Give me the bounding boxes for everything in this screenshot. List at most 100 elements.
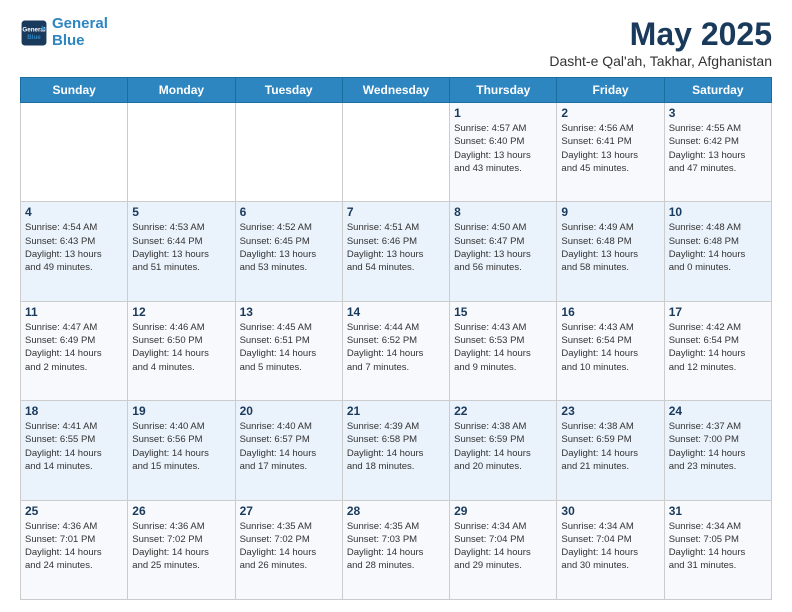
calendar-cell-24: 21Sunrise: 4:39 AM Sunset: 6:58 PM Dayli… [342, 401, 449, 500]
day-detail: Sunrise: 4:34 AM Sunset: 7:04 PM Dayligh… [454, 520, 552, 573]
day-detail: Sunrise: 4:41 AM Sunset: 6:55 PM Dayligh… [25, 420, 123, 473]
calendar-cell-19: 16 Sunrise: 4:43 AM Sunset: 6:54 PM Dayli… [557, 301, 664, 400]
calendar-week-1: 1 Sunrise: 4:57 AM Sunset: 6:40 PM Daylig… [21, 103, 772, 202]
day-number: 28 [347, 504, 445, 518]
calendar-cell-21: 18 Sunrise: 4:41 AM Sunset: 6:55 PM Dayli… [21, 401, 128, 500]
header-tuesday: Tuesday [235, 78, 342, 103]
day-number: 16 [561, 305, 659, 319]
header-wednesday: Wednesday [342, 78, 449, 103]
calendar-cell-4: 1 Sunrise: 4:57 AM Sunset: 6:40 PM Daylig… [450, 103, 557, 202]
day-number: 11 [25, 305, 123, 319]
calendar-cell-26: 23 Sunrise: 4:38 AM Sunset: 6:59 PM Dayli… [557, 401, 664, 500]
logo: General Blue General Blue [20, 16, 108, 49]
calendar-table: SundayMondayTuesdayWednesdayThursdayFrid… [20, 77, 772, 600]
calendar-cell-14: 11 Sunrise: 4:47 AM Sunset: 6:49 PM Dayli… [21, 301, 128, 400]
calendar-cell-9: 6Sunrise: 4:52 AM Sunset: 6:45 PM Daylig… [235, 202, 342, 301]
day-detail: Sunrise: 4:35 AM Sunset: 7:02 PM Dayligh… [240, 520, 338, 573]
day-detail: Sunrise: 4:54 AM Sunset: 6:43 PM Dayligh… [25, 221, 123, 274]
logo-text: General Blue [52, 16, 108, 49]
header: General Blue General Blue May 2025 Dasht… [20, 16, 772, 69]
day-detail: Sunrise: 4:45 AM Sunset: 6:51 PM Dayligh… [240, 321, 338, 374]
day-detail: Sunrise: 4:51 AM Sunset: 6:46 PM Dayligh… [347, 221, 445, 274]
calendar-cell-34: 31Sunrise: 4:34 AM Sunset: 7:05 PM Dayli… [664, 500, 771, 599]
day-detail: Sunrise: 4:42 AM Sunset: 6:54 PM Dayligh… [669, 321, 767, 374]
day-detail: Sunrise: 4:37 AM Sunset: 7:00 PM Dayligh… [669, 420, 767, 473]
day-number: 10 [669, 205, 767, 219]
calendar-cell-10: 7 Sunrise: 4:51 AM Sunset: 6:46 PM Daylig… [342, 202, 449, 301]
day-detail: Sunrise: 4:55 AM Sunset: 6:42 PM Dayligh… [669, 122, 767, 175]
calendar-week-4: 18 Sunrise: 4:41 AM Sunset: 6:55 PM Dayli… [21, 401, 772, 500]
day-detail: Sunrise: 4:47 AM Sunset: 6:49 PM Dayligh… [25, 321, 123, 374]
calendar-cell-0 [21, 103, 128, 202]
calendar-week-5: 25 Sunrise: 4:36 AM Sunset: 7:01 PM Dayli… [21, 500, 772, 599]
logo-line2: Blue [52, 32, 85, 49]
header-monday: Monday [128, 78, 235, 103]
day-detail: Sunrise: 4:43 AM Sunset: 6:53 PM Dayligh… [454, 321, 552, 374]
day-number: 7 [347, 205, 445, 219]
page: General Blue General Blue May 2025 Dasht… [0, 0, 792, 612]
day-number: 1 [454, 106, 552, 120]
day-number: 13 [240, 305, 338, 319]
day-number: 26 [132, 504, 230, 518]
day-number: 8 [454, 205, 552, 219]
calendar-cell-28: 25 Sunrise: 4:36 AM Sunset: 7:01 PM Dayli… [21, 500, 128, 599]
day-number: 25 [25, 504, 123, 518]
day-number: 19 [132, 404, 230, 418]
calendar-cell-17: 14Sunrise: 4:44 AM Sunset: 6:52 PM Dayli… [342, 301, 449, 400]
day-number: 18 [25, 404, 123, 418]
svg-text:Blue: Blue [27, 34, 41, 41]
calendar-cell-8: 5Sunrise: 4:53 AM Sunset: 6:44 PM Daylig… [128, 202, 235, 301]
calendar-cell-7: 4Sunrise: 4:54 AM Sunset: 6:43 PM Daylig… [21, 202, 128, 301]
day-detail: Sunrise: 4:56 AM Sunset: 6:41 PM Dayligh… [561, 122, 659, 175]
day-detail: Sunrise: 4:48 AM Sunset: 6:48 PM Dayligh… [669, 221, 767, 274]
calendar-cell-6: 3 Sunrise: 4:55 AM Sunset: 6:42 PM Daylig… [664, 103, 771, 202]
calendar-cell-27: 24 Sunrise: 4:37 AM Sunset: 7:00 PM Dayli… [664, 401, 771, 500]
day-detail: Sunrise: 4:46 AM Sunset: 6:50 PM Dayligh… [132, 321, 230, 374]
day-detail: Sunrise: 4:35 AM Sunset: 7:03 PM Dayligh… [347, 520, 445, 573]
calendar-cell-22: 19 Sunrise: 4:40 AM Sunset: 6:56 PM Dayli… [128, 401, 235, 500]
day-number: 3 [669, 106, 767, 120]
day-detail: Sunrise: 4:50 AM Sunset: 6:47 PM Dayligh… [454, 221, 552, 274]
header-sunday: Sunday [21, 78, 128, 103]
calendar-cell-13: 10 Sunrise: 4:48 AM Sunset: 6:48 PM Dayli… [664, 202, 771, 301]
day-detail: Sunrise: 4:52 AM Sunset: 6:45 PM Dayligh… [240, 221, 338, 274]
day-detail: Sunrise: 4:43 AM Sunset: 6:54 PM Dayligh… [561, 321, 659, 374]
calendar-cell-20: 17Sunrise: 4:42 AM Sunset: 6:54 PM Dayli… [664, 301, 771, 400]
calendar-header-row: SundayMondayTuesdayWednesdayThursdayFrid… [21, 78, 772, 103]
day-detail: Sunrise: 4:57 AM Sunset: 6:40 PM Dayligh… [454, 122, 552, 175]
logo-icon: General Blue [20, 19, 48, 47]
subtitle: Dasht-e Qal'ah, Takhar, Afghanistan [549, 53, 772, 69]
day-detail: Sunrise: 4:38 AM Sunset: 6:59 PM Dayligh… [561, 420, 659, 473]
calendar-cell-30: 27 Sunrise: 4:35 AM Sunset: 7:02 PM Dayli… [235, 500, 342, 599]
day-number: 9 [561, 205, 659, 219]
day-number: 23 [561, 404, 659, 418]
calendar-cell-18: 15 Sunrise: 4:43 AM Sunset: 6:53 PM Dayli… [450, 301, 557, 400]
calendar-cell-16: 13 Sunrise: 4:45 AM Sunset: 6:51 PM Dayli… [235, 301, 342, 400]
day-number: 20 [240, 404, 338, 418]
day-number: 5 [132, 205, 230, 219]
header-saturday: Saturday [664, 78, 771, 103]
day-number: 29 [454, 504, 552, 518]
calendar-cell-1 [128, 103, 235, 202]
header-friday: Friday [557, 78, 664, 103]
day-number: 27 [240, 504, 338, 518]
day-number: 14 [347, 305, 445, 319]
day-number: 24 [669, 404, 767, 418]
day-detail: Sunrise: 4:40 AM Sunset: 6:56 PM Dayligh… [132, 420, 230, 473]
calendar-cell-2 [235, 103, 342, 202]
calendar-cell-32: 29 Sunrise: 4:34 AM Sunset: 7:04 PM Dayli… [450, 500, 557, 599]
day-detail: Sunrise: 4:34 AM Sunset: 7:05 PM Dayligh… [669, 520, 767, 573]
day-number: 21 [347, 404, 445, 418]
day-number: 12 [132, 305, 230, 319]
calendar-cell-12: 9Sunrise: 4:49 AM Sunset: 6:48 PM Daylig… [557, 202, 664, 301]
calendar-week-2: 4Sunrise: 4:54 AM Sunset: 6:43 PM Daylig… [21, 202, 772, 301]
calendar-cell-23: 20Sunrise: 4:40 AM Sunset: 6:57 PM Dayli… [235, 401, 342, 500]
calendar-cell-11: 8 Sunrise: 4:50 AM Sunset: 6:47 PM Daylig… [450, 202, 557, 301]
calendar-cell-3 [342, 103, 449, 202]
calendar-cell-33: 30Sunrise: 4:34 AM Sunset: 7:04 PM Dayli… [557, 500, 664, 599]
day-detail: Sunrise: 4:36 AM Sunset: 7:01 PM Dayligh… [25, 520, 123, 573]
day-number: 2 [561, 106, 659, 120]
day-number: 30 [561, 504, 659, 518]
day-number: 15 [454, 305, 552, 319]
day-detail: Sunrise: 4:38 AM Sunset: 6:59 PM Dayligh… [454, 420, 552, 473]
